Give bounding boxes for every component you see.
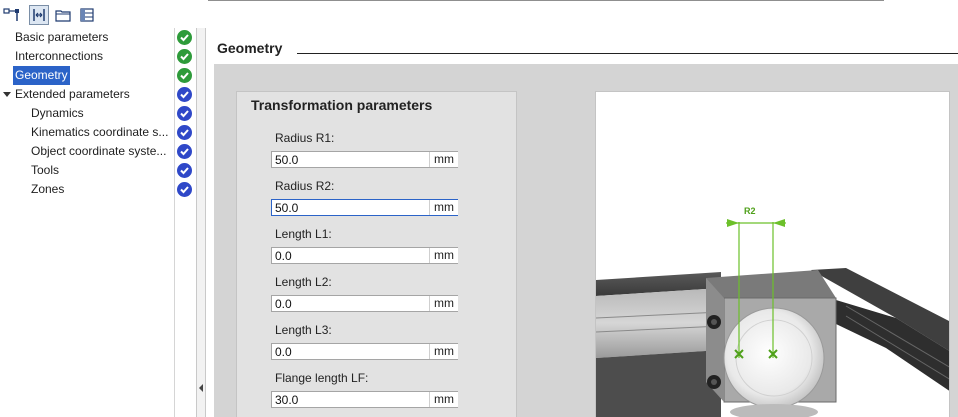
unit-label: mm bbox=[429, 344, 458, 359]
nav-item-label: Dynamics bbox=[31, 106, 84, 120]
length-l2-input[interactable] bbox=[272, 296, 429, 311]
nav-item-zones[interactable]: Zones bbox=[0, 180, 196, 199]
kinematics-illustration: R2 bbox=[596, 206, 949, 417]
length-l3-label: Length L3: bbox=[275, 323, 332, 337]
unit-label: mm bbox=[429, 248, 458, 263]
nav-item-object-coordinate-systems[interactable]: Object coordinate syste... bbox=[0, 142, 196, 161]
nav-item-label: Basic parameters bbox=[15, 30, 109, 44]
nav-item-tools[interactable]: Tools bbox=[0, 161, 196, 180]
check-icon bbox=[177, 182, 192, 197]
toolbar-divider bbox=[208, 0, 884, 1]
check-icon bbox=[177, 125, 192, 140]
nav-item-geometry[interactable]: Geometry bbox=[0, 66, 196, 85]
nav-item-extended-parameters[interactable]: Extended parameters bbox=[0, 85, 196, 104]
network-view-icon[interactable] bbox=[2, 5, 22, 25]
radius-r2-label: Radius R2: bbox=[275, 179, 335, 193]
folder-icon[interactable] bbox=[53, 5, 73, 25]
length-l1-label: Length L1: bbox=[275, 227, 332, 241]
length-l2-label: Length L2: bbox=[275, 275, 332, 289]
nav-item-label: Kinematics coordinate s... bbox=[31, 125, 169, 139]
check-icon bbox=[177, 49, 192, 64]
nav-item-label: Extended parameters bbox=[15, 87, 130, 101]
length-l2-field[interactable]: mm bbox=[271, 295, 458, 312]
radius-r2-input[interactable] bbox=[272, 200, 429, 215]
check-icon bbox=[177, 163, 192, 178]
navigation-tree: Basic parameters Interconnections Geomet… bbox=[0, 28, 196, 417]
nav-item-label: Geometry bbox=[13, 66, 70, 85]
flange-length-lf-input[interactable] bbox=[272, 392, 429, 407]
toolbar bbox=[0, 0, 208, 28]
nav-item-label: Tools bbox=[31, 163, 60, 177]
radius-r2-field[interactable]: mm bbox=[271, 199, 458, 216]
length-l3-input[interactable] bbox=[272, 344, 429, 359]
nav-item-basic-parameters[interactable]: Basic parameters bbox=[0, 28, 196, 47]
nav-item-label: Zones bbox=[31, 182, 65, 196]
panel-splitter[interactable] bbox=[196, 28, 206, 417]
nav-item-kinematics-coordinate-systems[interactable]: Kinematics coordinate s... bbox=[0, 123, 196, 142]
check-icon bbox=[177, 68, 192, 83]
split-view-icon[interactable] bbox=[29, 5, 49, 25]
panel-title: Transformation parameters bbox=[251, 97, 433, 113]
nav-item-label: Interconnections bbox=[15, 49, 104, 63]
length-l1-input[interactable] bbox=[272, 248, 429, 263]
check-icon bbox=[177, 87, 192, 102]
nav-item-dynamics[interactable]: Dynamics bbox=[0, 104, 196, 123]
unit-label: mm bbox=[429, 296, 458, 311]
nav-item-label: Object coordinate syste... bbox=[31, 144, 167, 158]
nav-item-interconnections[interactable]: Interconnections bbox=[0, 47, 196, 66]
check-icon bbox=[177, 144, 192, 159]
length-l1-field[interactable]: mm bbox=[271, 247, 458, 264]
geometry-diagram: R2 bbox=[595, 91, 950, 417]
flange-length-lf-field[interactable]: mm bbox=[271, 391, 458, 408]
unit-label: mm bbox=[429, 152, 458, 167]
list-view-icon[interactable] bbox=[77, 5, 97, 25]
unit-label: mm bbox=[429, 392, 458, 407]
section-divider bbox=[297, 53, 958, 54]
main-content: Geometry Transformation parameters Radiu… bbox=[207, 28, 958, 417]
check-icon bbox=[177, 106, 192, 121]
check-icon bbox=[177, 30, 192, 45]
unit-label: mm bbox=[429, 200, 458, 215]
radius-r1-label: Radius R1: bbox=[275, 131, 335, 145]
expand-arrow-icon[interactable] bbox=[3, 92, 11, 97]
radius-r1-field[interactable]: mm bbox=[271, 151, 458, 168]
dimension-label: R2 bbox=[744, 206, 756, 216]
collapse-arrow-icon[interactable] bbox=[199, 384, 203, 392]
length-l3-field[interactable]: mm bbox=[271, 343, 458, 360]
transformation-parameters-panel: Transformation parameters Radius R1: mm … bbox=[236, 91, 517, 417]
radius-r1-input[interactable] bbox=[272, 152, 429, 167]
flange-length-lf-label: Flange length LF: bbox=[275, 371, 369, 385]
section-title: Geometry bbox=[217, 40, 283, 56]
